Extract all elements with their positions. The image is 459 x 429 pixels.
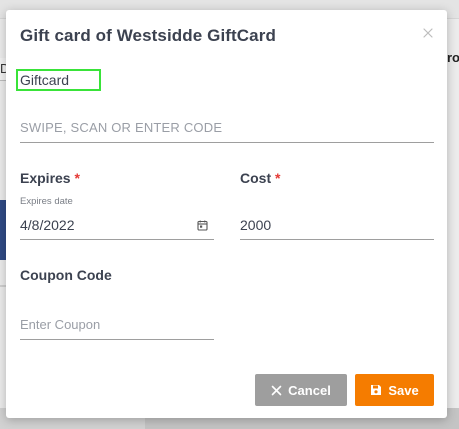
save-button[interactable]: Save: [355, 374, 434, 406]
floppy-disk-icon: [371, 385, 382, 395]
expires-label: Expires *: [20, 170, 80, 186]
coupon-input[interactable]: [20, 310, 214, 340]
x-icon: [271, 385, 282, 395]
cancel-button-label: Cancel: [288, 382, 331, 398]
close-button[interactable]: [421, 26, 435, 40]
gift-card-modal: Gift card of Westsidde GiftCard Giftcard…: [6, 10, 447, 418]
background-right-partial-text: ro: [447, 50, 459, 65]
expires-date-input[interactable]: [20, 210, 214, 240]
close-icon: [423, 28, 433, 38]
calendar-button[interactable]: [197, 218, 208, 231]
coupon-code-label: Coupon Code: [20, 267, 112, 283]
cost-label-text: Cost: [240, 170, 272, 186]
cost-input[interactable]: [240, 210, 434, 240]
expires-date-hint: Expires date: [20, 196, 73, 207]
save-button-label: Save: [388, 382, 419, 398]
cancel-button[interactable]: Cancel: [255, 374, 347, 406]
expires-label-text: Expires: [20, 170, 71, 186]
calendar-icon: [197, 220, 208, 231]
cost-required-mark: *: [275, 170, 281, 186]
section-label: Giftcard: [20, 72, 70, 88]
cost-label: Cost *: [240, 170, 280, 186]
expires-required-mark: *: [74, 170, 80, 186]
card-code-input[interactable]: [20, 113, 434, 143]
modal-title: Gift card of Westsidde GiftCard: [20, 26, 276, 45]
